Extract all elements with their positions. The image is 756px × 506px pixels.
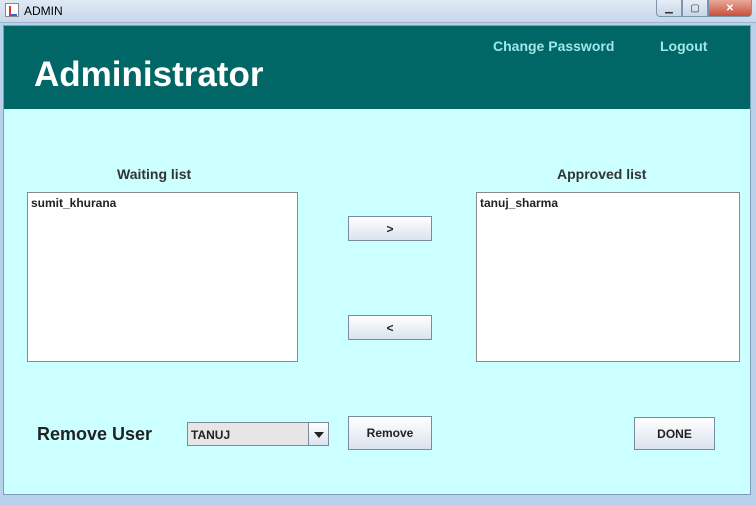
remove-button[interactable]: Remove [348, 416, 432, 450]
list-item[interactable]: tanuj_sharma [477, 193, 739, 210]
java-cup-icon [5, 3, 19, 17]
list-item[interactable]: sumit_khurana [28, 193, 297, 210]
close-button[interactable]: ✕ [708, 0, 752, 17]
waiting-list-label: Waiting list [117, 166, 192, 182]
unapprove-button[interactable]: < [348, 315, 432, 340]
window-title: ADMIN [24, 4, 63, 18]
window-controls: ▁ ▢ ✕ [656, 0, 752, 18]
approved-list-label: Approved list [557, 166, 647, 182]
content-panel: Administrator Change Password Logout Wai… [3, 25, 751, 495]
maximize-icon: ▢ [690, 2, 700, 14]
header-banner: Administrator Change Password Logout [4, 26, 750, 109]
user-select[interactable]: TANUJ [187, 422, 329, 446]
user-select-value: TANUJ [191, 428, 231, 442]
logout-link[interactable]: Logout [660, 38, 707, 54]
done-button[interactable]: DONE [634, 417, 715, 450]
minimize-icon: ▁ [665, 2, 673, 14]
waiting-listbox[interactable]: sumit_khurana [27, 192, 298, 362]
approve-button[interactable]: > [348, 216, 432, 241]
change-password-link[interactable]: Change Password [493, 38, 614, 54]
close-icon: ✕ [725, 2, 735, 14]
chevron-down-icon[interactable] [308, 423, 328, 445]
maximize-button[interactable]: ▢ [682, 0, 708, 17]
title-bar[interactable]: ADMIN ▁ ▢ ✕ [0, 0, 756, 23]
approved-listbox[interactable]: tanuj_sharma [476, 192, 740, 362]
app-window: ADMIN ▁ ▢ ✕ Administrator Change Passwor… [0, 0, 756, 506]
minimize-button[interactable]: ▁ [656, 0, 682, 17]
remove-user-label: Remove User [37, 424, 153, 444]
page-title: Administrator [34, 55, 264, 94]
